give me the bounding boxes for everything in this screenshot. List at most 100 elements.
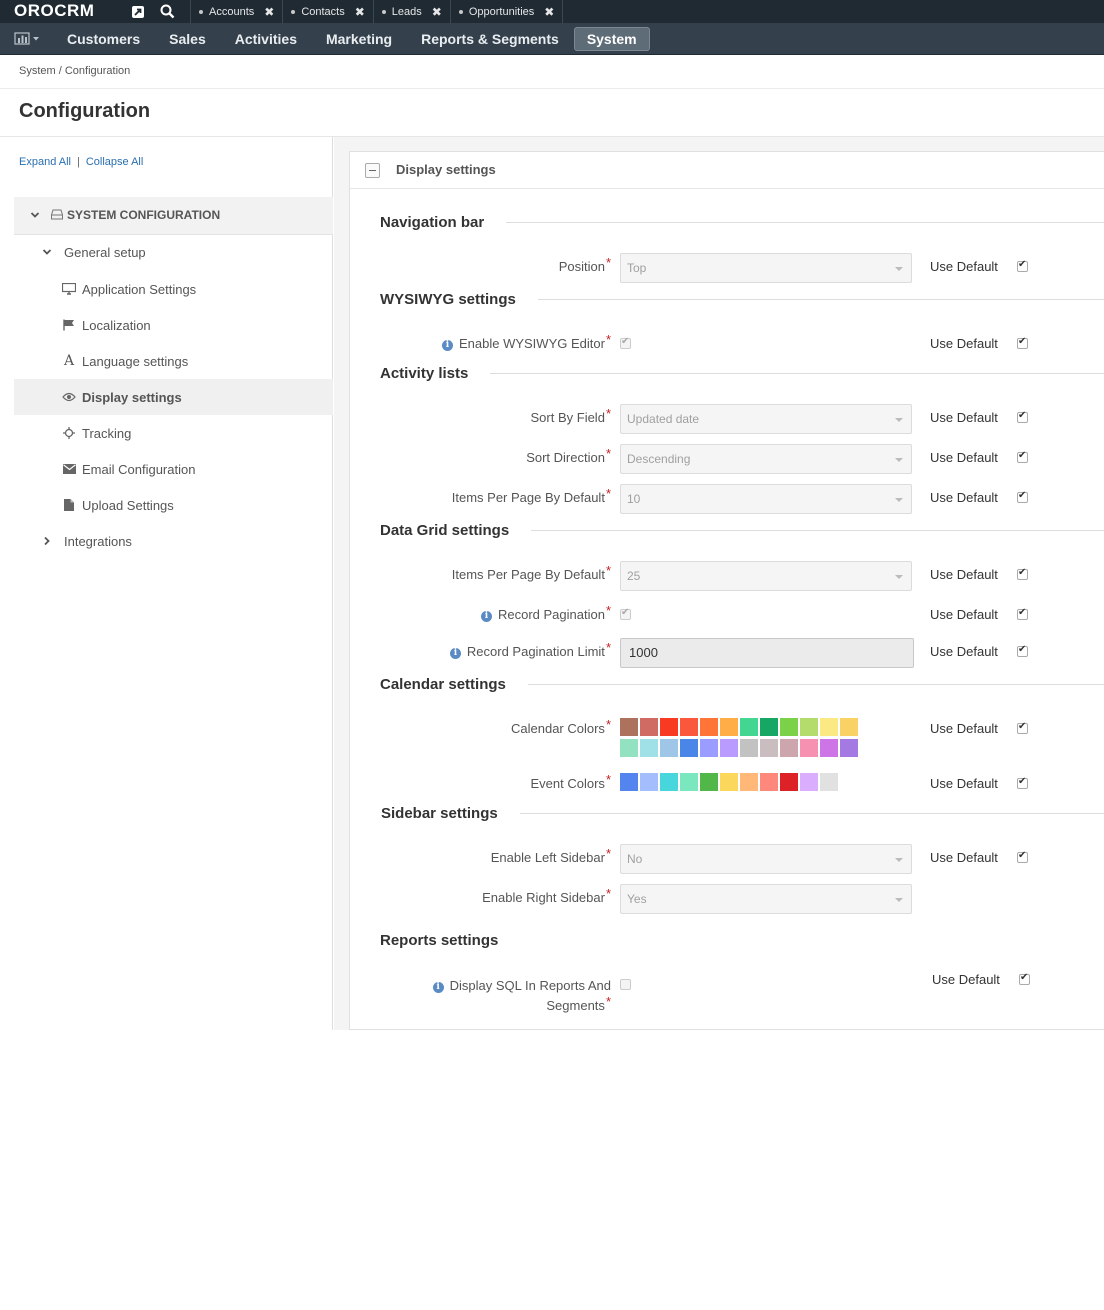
calendar-color-swatch[interactable] [820, 718, 838, 736]
pinned-tab-opportunities[interactable]: Opportunities ✖ [449, 0, 564, 23]
position-select[interactable]: Top [620, 253, 912, 283]
nav-marketing[interactable]: Marketing [312, 26, 406, 52]
calendar-color-swatch[interactable] [700, 718, 718, 736]
close-icon[interactable]: ✖ [544, 5, 554, 19]
event-color-swatch[interactable] [700, 773, 718, 791]
file-icon [60, 499, 78, 511]
search-icon[interactable] [152, 0, 182, 23]
tree-item-email-configuration[interactable]: Email Configuration [60, 451, 333, 487]
calendar-color-swatch[interactable] [680, 739, 698, 757]
calendar-color-swatch[interactable] [620, 718, 638, 736]
calendar-color-swatch[interactable] [640, 739, 658, 757]
use-default-checkbox[interactable] [1019, 972, 1030, 985]
calendar-color-swatch[interactable] [800, 739, 818, 757]
calendar-color-swatch[interactable] [700, 739, 718, 757]
event-color-swatch[interactable] [720, 773, 738, 791]
use-default-checkbox[interactable] [1017, 450, 1028, 463]
calendar-color-swatch[interactable] [720, 739, 738, 757]
section-title: WYSIWYG settings [380, 291, 516, 308]
chevron-down-icon[interactable] [30, 210, 40, 220]
sort-by-field-select[interactable]: Updated date [620, 404, 912, 434]
calendar-color-swatch[interactable] [640, 718, 658, 736]
info-icon[interactable]: i [432, 982, 444, 993]
calendar-color-swatch[interactable] [740, 739, 758, 757]
close-icon[interactable]: ✖ [264, 5, 274, 19]
calendar-color-swatch[interactable] [760, 718, 778, 736]
use-default-checkbox[interactable] [1017, 259, 1028, 272]
activity-items-per-page-select[interactable]: 10 [620, 484, 912, 514]
dashboard-menu-button[interactable] [8, 28, 48, 50]
nav-system[interactable]: System [573, 27, 650, 51]
event-color-swatch[interactable] [820, 773, 838, 791]
info-icon[interactable]: i [480, 611, 492, 622]
tree-item-localization[interactable]: Localization [60, 307, 333, 343]
use-default-checkbox[interactable] [1017, 336, 1028, 349]
use-default-checkbox[interactable] [1017, 410, 1028, 423]
pinned-tab-accounts[interactable]: Accounts ✖ [190, 0, 282, 23]
event-color-swatch[interactable] [660, 773, 678, 791]
nav-sales[interactable]: Sales [155, 26, 220, 52]
nav-customers[interactable]: Customers [53, 26, 154, 52]
app-logo[interactable]: OROCRM [14, 1, 94, 21]
collapse-all-link[interactable]: Collapse All [86, 156, 143, 168]
sort-direction-select[interactable]: Descending [620, 444, 912, 474]
event-color-swatch[interactable] [760, 773, 778, 791]
tree-item-display-settings[interactable]: Display settings [14, 379, 333, 415]
calendar-color-swatch[interactable] [840, 739, 858, 757]
event-color-swatch[interactable] [620, 773, 638, 791]
calendar-color-swatch[interactable] [760, 739, 778, 757]
use-default-checkbox[interactable] [1017, 850, 1028, 863]
use-default-checkbox[interactable] [1017, 721, 1028, 734]
event-color-swatch[interactable] [680, 773, 698, 791]
tree-item-general-setup[interactable]: General setup [42, 234, 333, 270]
calendar-color-swatch[interactable] [620, 739, 638, 757]
use-default-checkbox[interactable] [1017, 567, 1028, 580]
grid-items-per-page-select[interactable]: 25 [620, 561, 912, 591]
use-default-checkbox[interactable] [1017, 490, 1028, 503]
calendar-color-swatch[interactable] [680, 718, 698, 736]
calendar-color-swatch[interactable] [720, 718, 738, 736]
enable-right-sidebar-select[interactable]: Yes [620, 884, 912, 914]
nav-activities[interactable]: Activities [221, 26, 311, 52]
use-default-checkbox[interactable] [1017, 776, 1028, 789]
calendar-color-swatch[interactable] [800, 718, 818, 736]
tree-item-integrations[interactable]: Integrations [42, 523, 333, 559]
pinned-tab-leads[interactable]: Leads ✖ [372, 0, 450, 23]
event-color-swatch[interactable] [800, 773, 818, 791]
sort-by-field-label: Sort By Field* [530, 406, 611, 425]
use-default-checkbox[interactable] [1017, 644, 1028, 657]
tree-item-language-settings[interactable]: A Language settings [60, 343, 333, 379]
share-icon[interactable] [123, 0, 153, 23]
calendar-color-swatch[interactable] [740, 718, 758, 736]
chevron-down-icon[interactable] [42, 247, 52, 257]
collapse-panel-button[interactable] [365, 163, 380, 178]
enable-left-sidebar-select[interactable]: No [620, 844, 912, 874]
pinned-tabs: Accounts ✖ Contacts ✖ Leads ✖ Opportunities… [190, 0, 564, 23]
calendar-color-swatch[interactable] [820, 739, 838, 757]
record-pagination-checkbox[interactable] [620, 607, 631, 620]
pinned-tab-contacts[interactable]: Contacts ✖ [282, 0, 372, 23]
event-color-swatch[interactable] [740, 773, 758, 791]
enable-wysiwyg-checkbox[interactable] [620, 336, 631, 349]
calendar-color-swatch[interactable] [780, 739, 798, 757]
tree-root-system-configuration[interactable]: SYSTEM CONFIGURATION [14, 197, 333, 235]
event-color-swatch[interactable] [780, 773, 798, 791]
calendar-color-swatch[interactable] [660, 718, 678, 736]
calendar-color-swatch[interactable] [780, 718, 798, 736]
display-sql-checkbox[interactable] [620, 979, 631, 990]
use-default-checkbox[interactable] [1017, 607, 1028, 620]
info-icon[interactable]: i [449, 648, 461, 659]
calendar-color-swatch[interactable] [660, 739, 678, 757]
close-icon[interactable]: ✖ [432, 5, 442, 19]
nav-reports-segments[interactable]: Reports & Segments [407, 26, 573, 52]
tree-item-tracking[interactable]: Tracking [60, 415, 333, 451]
info-icon[interactable]: i [441, 340, 453, 351]
event-color-swatch[interactable] [640, 773, 658, 791]
chevron-right-icon[interactable] [42, 536, 52, 546]
tree-item-upload-settings[interactable]: Upload Settings [60, 487, 333, 523]
record-pagination-limit-input[interactable]: 1000 [620, 638, 914, 668]
close-icon[interactable]: ✖ [355, 5, 365, 19]
tree-item-application-settings[interactable]: Application Settings [60, 271, 333, 307]
expand-all-link[interactable]: Expand All [19, 156, 71, 168]
calendar-color-swatch[interactable] [840, 718, 858, 736]
